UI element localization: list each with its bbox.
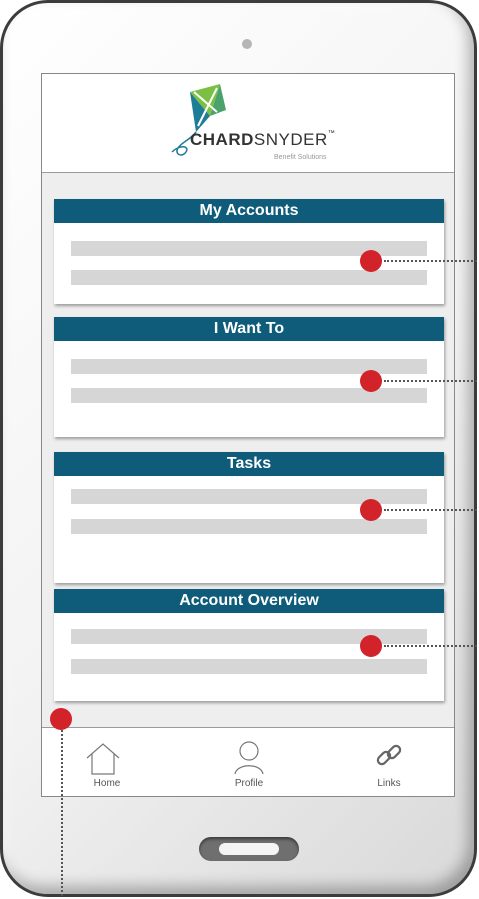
annotation-marker <box>360 370 382 392</box>
annotation-marker <box>50 708 72 730</box>
annotation-marker <box>360 250 382 272</box>
brand-trademark: ™ <box>327 130 336 137</box>
brand-name: CHARDSNYDER™ <box>190 130 335 150</box>
annotation-leader-line <box>384 380 477 382</box>
annotation-leader-line <box>61 730 63 896</box>
brand-name-regular: SNYDER <box>253 130 328 149</box>
tab-links[interactable]: Links <box>339 728 439 796</box>
app-header: CHARDSNYDER™ Benefit Solutions <box>42 74 454 173</box>
annotation-marker <box>360 635 382 657</box>
front-camera <box>242 39 252 49</box>
placeholder-line <box>71 519 427 534</box>
home-button-highlight <box>219 843 279 855</box>
card-my-accounts[interactable]: My Accounts <box>54 199 444 304</box>
house-icon <box>86 743 120 775</box>
tab-home[interactable]: Home <box>57 728 157 796</box>
card-title: Account Overview <box>54 589 444 613</box>
hardware-home-button[interactable] <box>199 837 299 861</box>
tab-links-label: Links <box>377 778 401 789</box>
app-screen: CHARDSNYDER™ Benefit Solutions My Accoun… <box>41 73 455 797</box>
annotation-leader-line <box>384 645 477 647</box>
tab-profile-label: Profile <box>234 778 264 789</box>
annotation-leader-line <box>384 509 477 511</box>
annotation-marker <box>360 499 382 521</box>
placeholder-line <box>71 270 427 285</box>
tab-profile[interactable]: Profile <box>199 728 299 796</box>
annotation-leader-line <box>384 260 477 262</box>
phone-frame: CHARDSNYDER™ Benefit Solutions My Accoun… <box>0 0 477 897</box>
card-title: My Accounts <box>54 199 444 223</box>
card-tasks[interactable]: Tasks <box>54 452 444 583</box>
tab-home-label: Home <box>93 778 121 789</box>
brand-tagline: Benefit Solutions <box>274 154 327 161</box>
placeholder-line <box>71 659 427 674</box>
card-title: I Want To <box>54 317 444 341</box>
person-icon <box>234 741 264 775</box>
kite-logo-icon <box>171 84 226 156</box>
bottom-tab-bar: Home Profile Links <box>42 727 454 796</box>
chain-link-icon <box>376 744 402 766</box>
card-i-want-to[interactable]: I Want To <box>54 317 444 437</box>
brand-name-bold: CHARD <box>190 130 254 149</box>
card-title: Tasks <box>54 452 444 476</box>
